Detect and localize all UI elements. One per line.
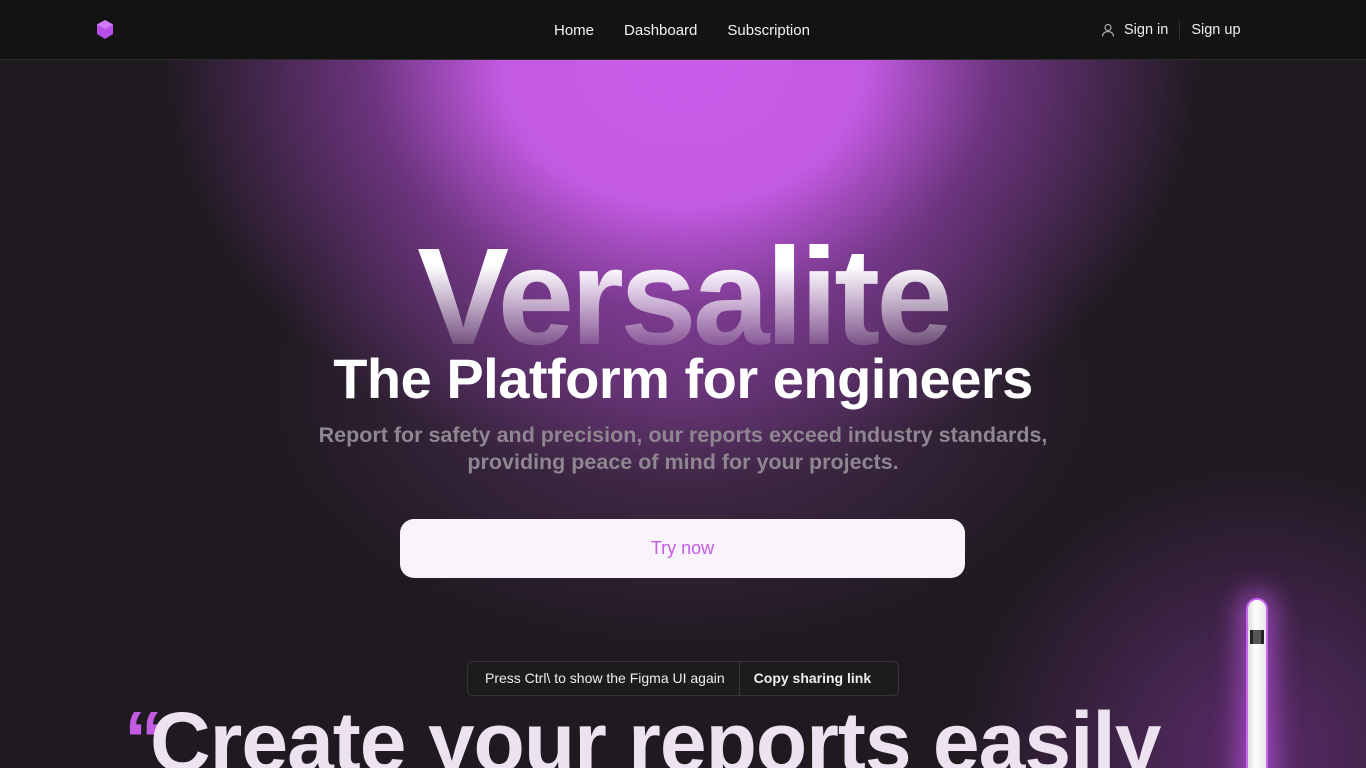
copy-sharing-link-button[interactable]: Copy sharing link [740,662,885,695]
nav-home[interactable]: Home [554,22,594,39]
divider [1179,21,1181,39]
sign-in-link[interactable]: Sign in [1124,22,1168,38]
stylus-pencil-image [1246,598,1268,768]
logo-icon[interactable] [96,20,114,39]
hero-section: Versalite The Platform for engineers Rep… [0,60,1366,768]
hero-title: The Platform for engineers [333,347,1033,410]
nav-subscription[interactable]: Subscription [727,22,810,39]
figma-toast: Press Ctrl\ to show the Figma UI again C… [467,661,899,696]
subtitle-line: providing peace of mind for your project… [467,450,899,474]
nav-dashboard[interactable]: Dashboard [624,22,697,39]
toast-message: Press Ctrl\ to show the Figma UI again [468,662,740,695]
subtitle-line: Report for safety and precision, our rep… [318,423,1048,447]
hero-subtitle: Report for safety and precision, our rep… [0,422,1366,476]
brand-wordmark: Versalite [0,228,1366,353]
user-icon [1101,23,1115,37]
section-heading: Create your reports easily [150,695,1161,768]
top-navbar: Home Dashboard Subscription Sign in Sign… [0,0,1366,60]
sign-up-link[interactable]: Sign up [1191,22,1240,38]
try-now-button[interactable]: Try now [400,519,965,578]
pencil-band [1250,630,1264,644]
